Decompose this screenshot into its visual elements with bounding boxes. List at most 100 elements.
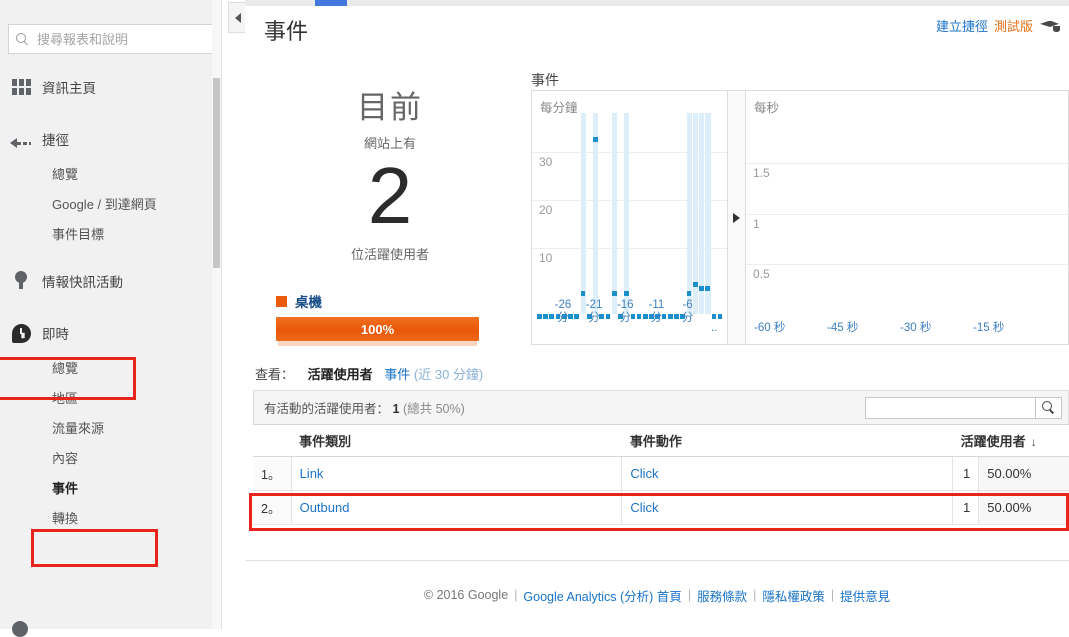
- page-title: 事件: [264, 19, 309, 44]
- table-row[interactable]: 1。 Link Click 1 50.00%: [253, 456, 1069, 491]
- row-percent: 50.00%: [978, 490, 1069, 525]
- bar: [593, 137, 598, 143]
- x-axis-tick: -15 秒: [973, 322, 1005, 334]
- sidebar-subitem-shortcuts-overview[interactable]: 總覽: [0, 158, 221, 188]
- sidebar-subitem-realtime-overview[interactable]: 總覽: [0, 352, 221, 382]
- row-index: 1。: [253, 456, 292, 491]
- bar-column-highlight: [624, 113, 630, 314]
- graduation-cap-icon[interactable]: [1039, 18, 1063, 34]
- per-second-chart[interactable]: 每秒 0.5 1 1.5 -60 秒 -45 秒 -30 秒 -15 秒: [745, 90, 1069, 345]
- sidebar-scrollbar-thumb[interactable]: [213, 78, 220, 268]
- bar-column-highlight: [699, 113, 705, 314]
- x-axis-ellipsis: ..: [711, 322, 718, 334]
- table-toolbar: 有活動的活躍使用者： 1 (總共 50%): [253, 390, 1069, 424]
- y-axis-tick: 10: [539, 250, 553, 265]
- bar: [611, 291, 617, 297]
- sidebar-subitem-event-goal[interactable]: 事件目標: [0, 218, 221, 248]
- footer-link-feedback[interactable]: 提供意見: [840, 586, 890, 605]
- sidebar-item-realtime-label: 即時: [42, 327, 69, 342]
- sidebar-subitem-realtime-events[interactable]: 事件: [0, 472, 221, 502]
- view-by-option-events-sub: (近 30 分鐘): [413, 367, 484, 382]
- main-content: 事件 建立捷徑 測試版 目前 網站上有 2 位活躍使用者 桌機 100% 事件 …: [245, 0, 1069, 629]
- row-action[interactable]: Click: [621, 456, 954, 491]
- bar: [717, 314, 723, 319]
- sidebar-subitem-google-landing[interactable]: Google / 到達網頁: [0, 188, 221, 218]
- table-body: 1。 Link Click 1 50.00% 2。 Outbund Click …: [253, 456, 1069, 525]
- sidebar-subitem-realtime-traffic-sources[interactable]: 流量來源: [0, 412, 221, 442]
- sidebar-item-shortcuts[interactable]: 捷徑: [0, 120, 221, 158]
- view-by-row: 查看： 活躍使用者 事件 (近 30 分鐘): [255, 364, 483, 383]
- device-share-bar: 100%: [276, 317, 479, 341]
- table-search[interactable]: [865, 396, 1062, 419]
- row-index: 2。: [253, 490, 292, 525]
- device-legend-label: 桌機: [295, 295, 322, 310]
- sidebar: 資訊主頁 捷徑 總覽 Google / 到達網頁 事件目標 情報快訊活動 即時: [0, 0, 222, 637]
- page-header: 事件 建立捷徑 測試版: [245, 6, 1069, 54]
- search-input[interactable]: [35, 30, 206, 48]
- chevron-left-icon: [235, 12, 241, 23]
- sidebar-item-intelligence[interactable]: 情報快訊活動: [0, 262, 221, 300]
- sidebar-subitem-realtime-locations[interactable]: 地區: [0, 382, 221, 412]
- bar: [711, 314, 717, 319]
- table-header-action[interactable]: 事件動作: [621, 424, 953, 457]
- row-users: 1: [952, 456, 980, 491]
- row-action-link[interactable]: Click: [630, 500, 658, 515]
- row-category-link[interactable]: Outbund: [300, 500, 350, 515]
- table-search-button[interactable]: [1035, 396, 1062, 419]
- sidebar-item-dashboard[interactable]: 資訊主頁: [0, 68, 221, 106]
- shortcut-arrow-icon: [8, 126, 34, 152]
- bar-column-highlight: [686, 113, 692, 314]
- active-users-summary-prefix: 有活動的活躍使用者：: [264, 402, 390, 416]
- per-minute-chart[interactable]: 每分鐘 10 20 30 -26 分 -21 分 -16 分 -11 分 -6 分..: [531, 90, 728, 345]
- row-users: 1: [952, 490, 980, 525]
- sidebar-subitem-realtime-conversions[interactable]: 轉換: [0, 502, 221, 532]
- beta-badge: 測試版: [993, 19, 1033, 34]
- table-header-users[interactable]: 活躍使用者 ↓: [952, 424, 1069, 457]
- sidebar-subitem-realtime-content[interactable]: 內容: [0, 442, 221, 472]
- y-axis-tick: 0.5: [753, 266, 770, 281]
- active-users-summary-count: 1: [392, 402, 400, 416]
- table-search-input[interactable]: [865, 396, 1035, 419]
- active-users-summary-total: (總共 50%): [402, 402, 465, 416]
- row-category[interactable]: Link: [291, 456, 623, 491]
- bar-column-highlight: [705, 113, 711, 314]
- bulb-icon: [8, 268, 34, 294]
- device-share-bar-shadow: [278, 341, 477, 346]
- bar-column-highlight: [611, 113, 618, 314]
- x-axis-tick: -60 秒: [754, 322, 786, 334]
- device-legend: 桌機: [276, 291, 525, 311]
- row-action-link[interactable]: Click: [630, 466, 658, 481]
- table-row[interactable]: 2。 Outbund Click 1 50.00%: [253, 490, 1069, 525]
- footer-link-home[interactable]: Google Analytics (分析) 首頁: [523, 586, 681, 605]
- nav-group-realtime: 即時 總覽 地區 流量來源 內容 事件 轉換: [0, 314, 221, 532]
- view-by-option-active-users[interactable]: 活躍使用者: [308, 367, 373, 382]
- sidebar-scrollbar[interactable]: [212, 0, 221, 629]
- view-by-option-events[interactable]: 事件 (近 30 分鐘): [384, 367, 483, 382]
- row-category-link[interactable]: Link: [300, 466, 324, 481]
- bar-column-highlight: [593, 113, 599, 314]
- search-box[interactable]: [8, 24, 213, 54]
- table-header-users-label: 活躍使用者: [960, 434, 1026, 449]
- x-axis-tick: -45 秒: [827, 322, 859, 334]
- bar: [699, 286, 704, 292]
- table-header-category[interactable]: 事件類別: [291, 424, 622, 457]
- sidebar-item-realtime[interactable]: 即時: [0, 314, 221, 352]
- bar: [624, 291, 629, 297]
- gridline: [746, 213, 1068, 215]
- row-action[interactable]: Click: [621, 490, 954, 525]
- row-category[interactable]: Outbund: [291, 490, 623, 525]
- footer-link-privacy[interactable]: 隱私權政策: [762, 586, 825, 605]
- footer-copyright: © 2016 Google: [423, 588, 509, 602]
- chart-next-button[interactable]: [728, 90, 745, 345]
- counter-now-label: 目前: [357, 90, 423, 125]
- bar: [692, 281, 698, 287]
- x-axis-tick: -21 分: [585, 299, 603, 325]
- footer-link-terms[interactable]: 服務條款: [697, 586, 747, 605]
- y-axis-tick: 30: [539, 154, 553, 169]
- x-axis-tick: -26 分: [554, 299, 572, 325]
- gridline: [746, 263, 1068, 265]
- sidebar-item-intelligence-label: 情報快訊活動: [42, 275, 123, 290]
- create-shortcut-link[interactable]: 建立捷徑: [936, 16, 988, 35]
- nav-group-intelligence: 情報快訊活動: [0, 262, 221, 300]
- x-axis-tick: -16 分: [616, 299, 634, 325]
